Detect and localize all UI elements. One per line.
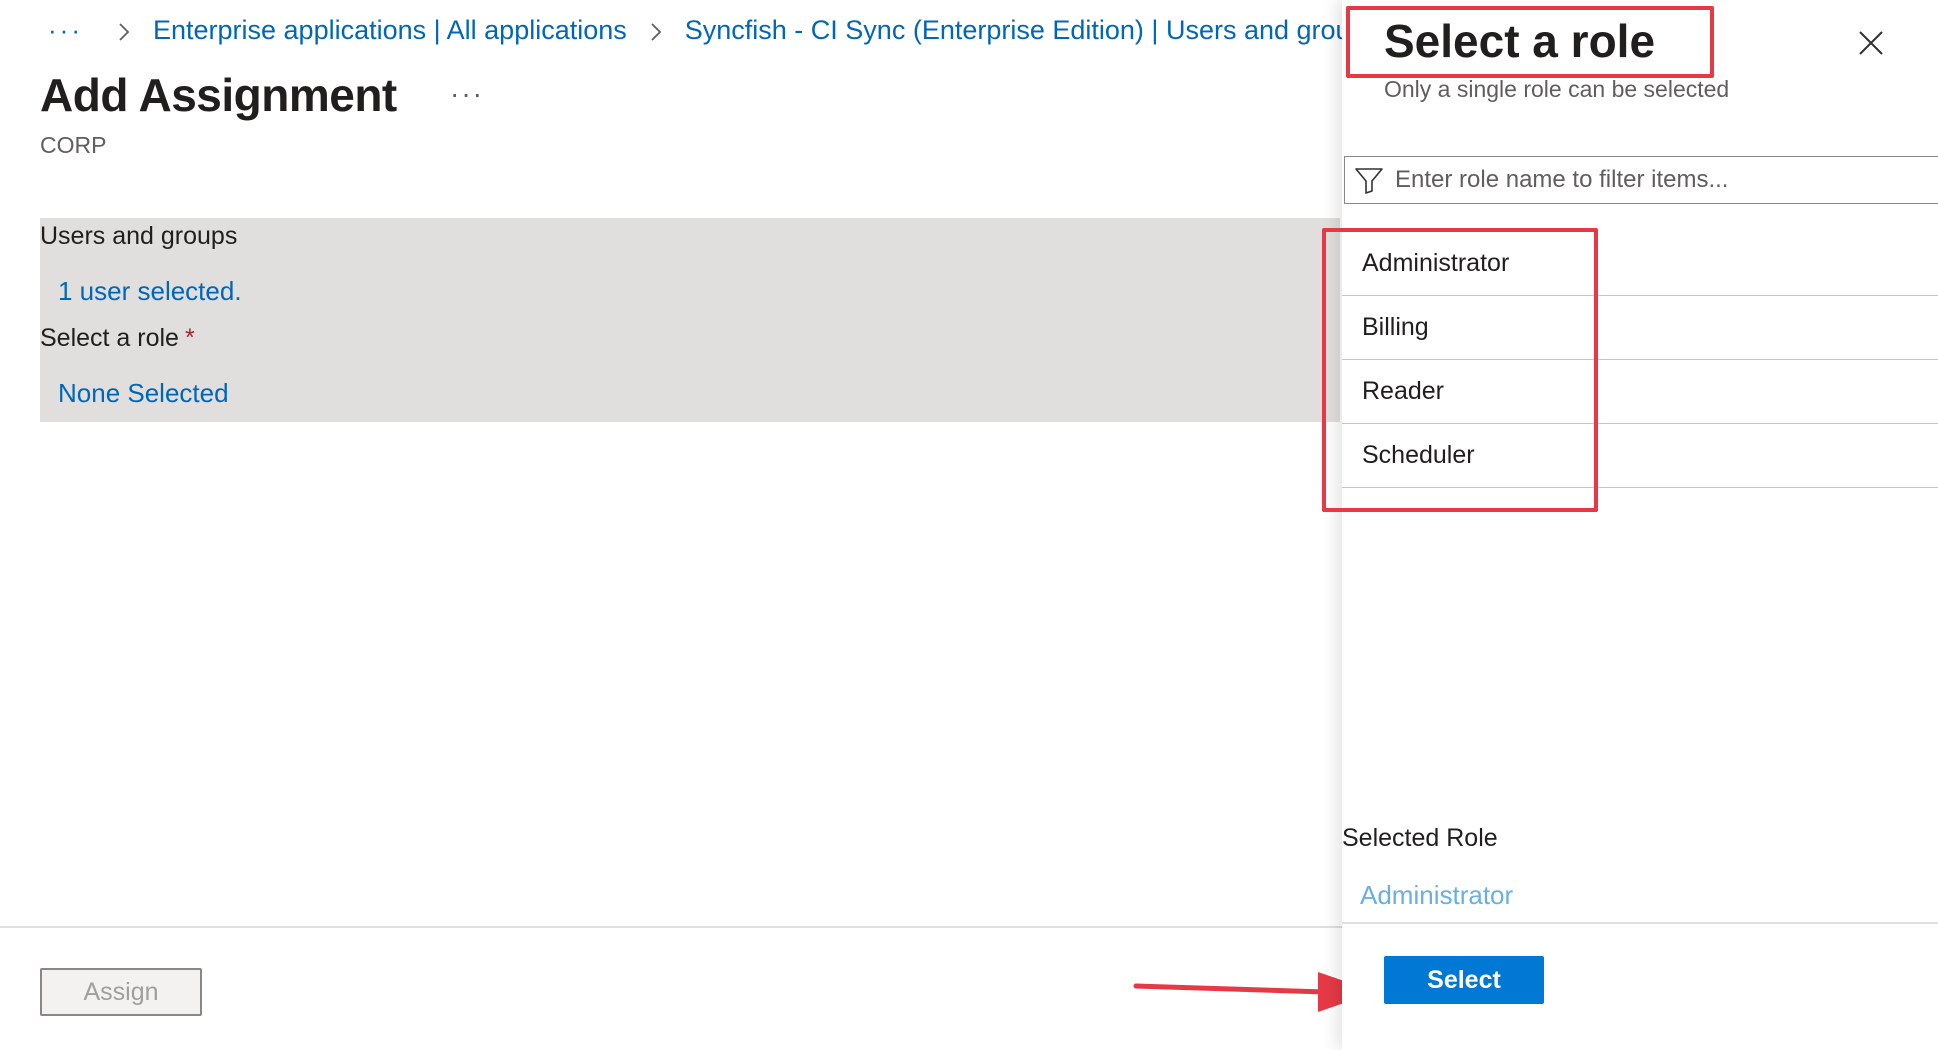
users-selected-link[interactable]: 1 user selected. xyxy=(58,276,242,307)
chevron-right-icon xyxy=(113,19,135,41)
select-role-label: Select a role * xyxy=(40,324,195,353)
breadcrumb: ··· Enterprise applications | All applic… xyxy=(48,10,1348,50)
role-list: Administrator Billing Reader Scheduler xyxy=(1342,232,1938,488)
add-assignment-page: ··· Enterprise applications | All applic… xyxy=(0,0,1938,1050)
role-filter-input[interactable] xyxy=(1395,166,1915,194)
role-none-selected-link[interactable]: None Selected xyxy=(58,378,229,409)
required-marker: * xyxy=(184,324,195,352)
close-icon[interactable] xyxy=(1854,26,1888,60)
role-item-reader[interactable]: Reader xyxy=(1342,360,1938,424)
page-subtitle: CORP xyxy=(40,132,107,158)
assignment-form: Users and groups 1 user selected. Select… xyxy=(40,218,1340,422)
breadcrumb-enterprise-apps-link[interactable]: Enterprise applications | All applicatio… xyxy=(153,15,627,46)
page-title: Add Assignment xyxy=(40,69,397,121)
panel-subtitle: Only a single role can be selected xyxy=(1384,76,1730,102)
users-groups-label: Users and groups xyxy=(40,222,238,250)
role-item-scheduler[interactable]: Scheduler xyxy=(1342,424,1938,488)
panel-footer-divider xyxy=(1342,922,1938,924)
select-role-label-text: Select a role xyxy=(40,324,179,352)
footer-divider xyxy=(0,926,1342,928)
role-item-billing[interactable]: Billing xyxy=(1342,296,1938,360)
breadcrumb-users-groups-link[interactable]: Syncfish - CI Sync (Enterprise Edition) … xyxy=(685,15,1348,46)
selected-role-label: Selected Role xyxy=(1342,824,1498,852)
role-item-administrator[interactable]: Administrator xyxy=(1342,232,1938,296)
breadcrumb-more-button[interactable]: ··· xyxy=(48,15,83,46)
page-more-button[interactable]: ··· xyxy=(450,78,484,110)
panel-title: Select a role xyxy=(1384,15,1656,67)
assign-button[interactable]: Assign xyxy=(40,968,202,1016)
select-button[interactable]: Select xyxy=(1384,956,1544,1004)
selected-role-value: Administrator xyxy=(1360,880,1514,910)
chevron-right-icon xyxy=(645,19,667,41)
role-filter xyxy=(1344,156,1938,204)
select-role-panel: Select a role Only a single role can be … xyxy=(1322,0,1938,1050)
filter-icon xyxy=(1355,168,1383,194)
